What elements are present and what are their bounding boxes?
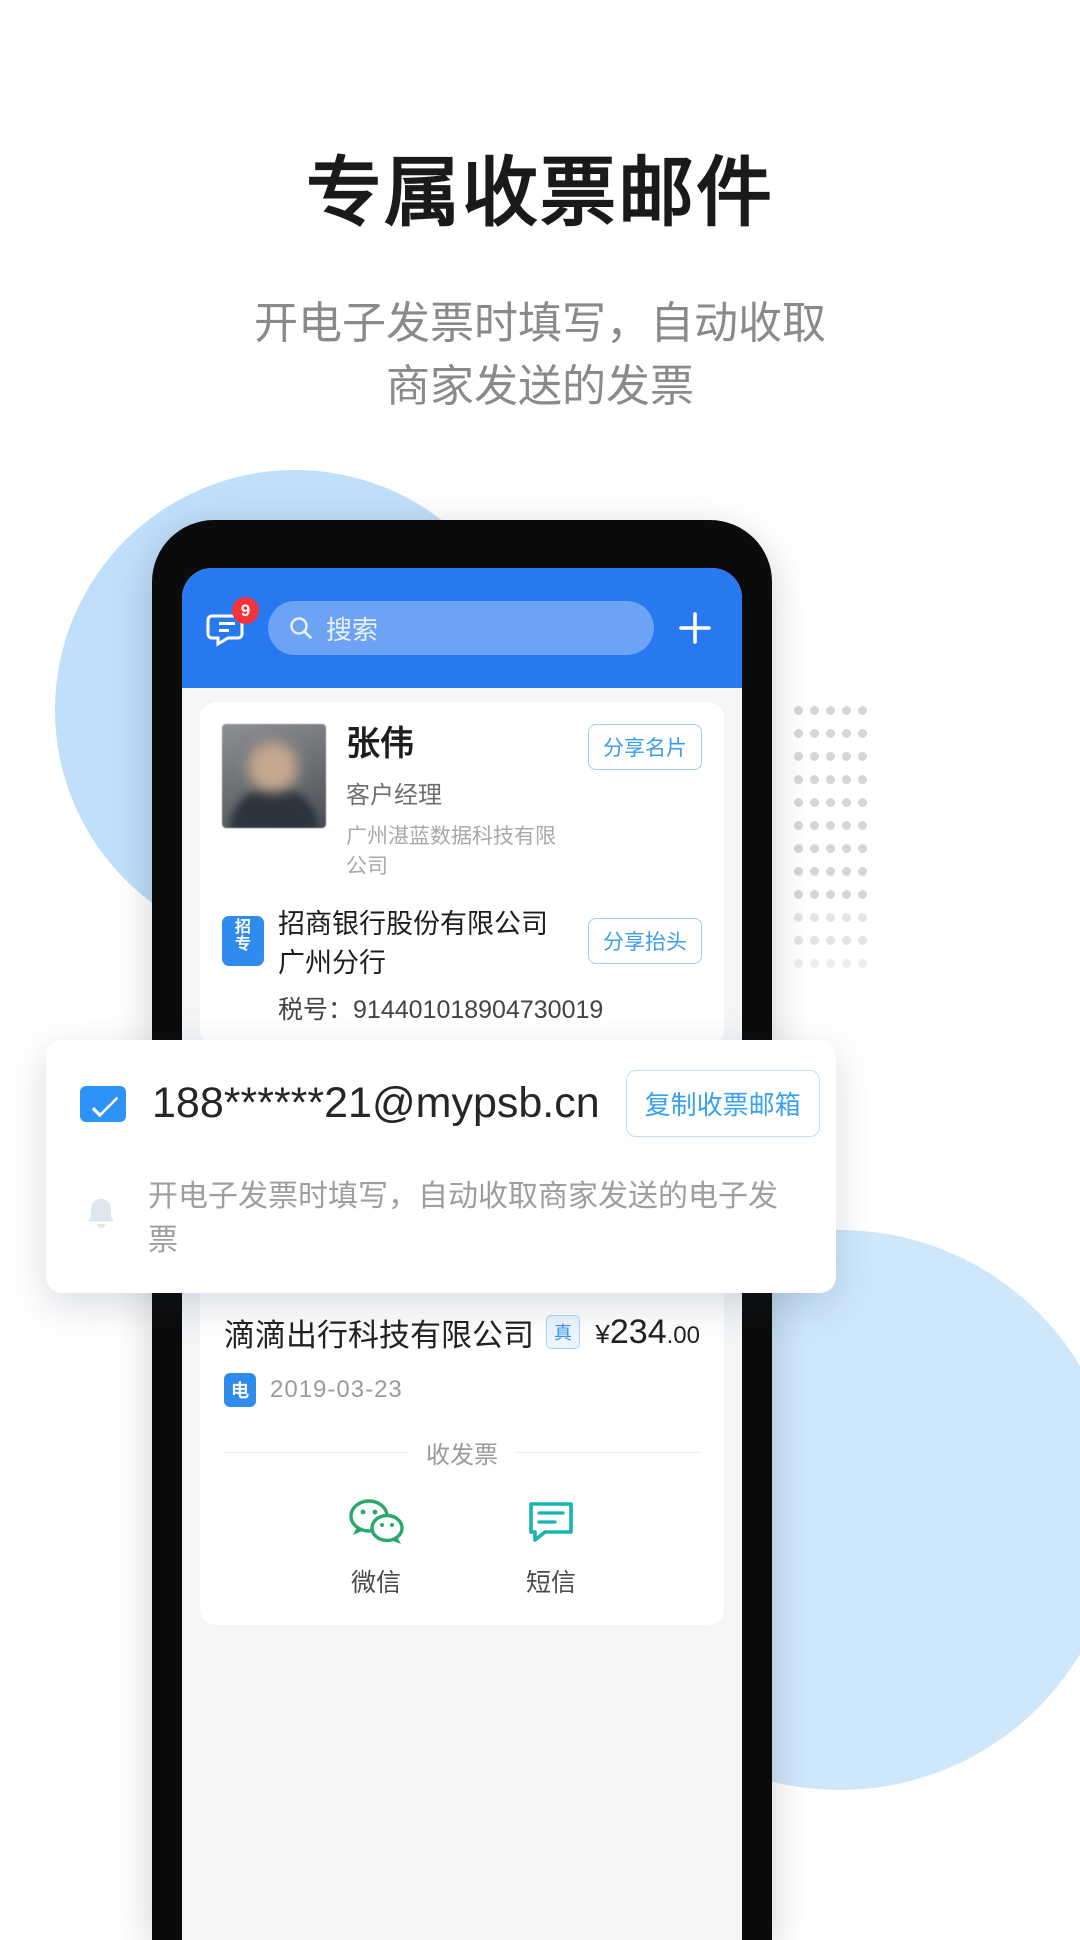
page-subtitle-line-1: 开电子发票时填写，自动收取 [254,299,826,349]
sms-icon [529,1501,573,1542]
copy-receipt-email-button[interactable]: 复制收票邮箱 [625,1070,820,1137]
tax-number-value: 914401018904730019 [353,995,604,1024]
invoice-amount-minor: .00 [666,1321,700,1349]
invoice-amount: ¥234.00 [595,1313,700,1352]
profile-name: 张伟 [346,725,414,763]
bank-badge-line-2: 专 [234,935,251,953]
app-header: 9 搜索 [182,568,742,688]
receipt-email-note: 开电子发票时填写，自动收取商家发送的电子发票 [148,1180,778,1257]
mail-icon [80,1085,126,1122]
page-subtitle-line-2: 商家发送的发票 [386,361,694,411]
avatar [222,724,326,828]
search-icon [290,617,312,639]
bank-name: 招商银行股份有限公司广州分行 [278,908,548,978]
invoice-amount-major: 234 [609,1312,667,1351]
receipt-email-note-row: 开电子发票时填写，自动收取商家发送的电子发票 [80,1171,802,1259]
share-channel-label: 微信 [350,1568,401,1597]
profile-company: 广州湛蓝数据科技有限公司 [346,824,556,878]
wechat-icon [349,1499,404,1544]
invoice-company: 滴滴出行科技有限公司 真 [224,1310,580,1355]
invoice-main-line: 滴滴出行科技有限公司 真 ¥234.00 [224,1310,700,1355]
invoice-meta-line: 电 2019-03-23 [224,1372,700,1407]
send-invoice-divider: 收发票 [224,1435,700,1470]
message-badge-count: 9 [232,597,259,624]
invoice-row[interactable]: 滴滴出行科技有限公司 真 ¥234.00 电 2019-03-23 [224,1310,700,1407]
search-placeholder: 搜索 [326,614,379,645]
profile-header-row: 张伟 客户经理 广州湛蓝数据科技有限公司 分享名片 [222,724,702,880]
share-header-button[interactable]: 分享抬头 [588,917,702,964]
bell-icon [80,1194,122,1236]
invoice-date: 2019-03-23 [270,1375,403,1403]
decorative-dot-grid [790,700,870,990]
share-channels: 微信 短信 [224,1496,700,1599]
page-subtitle: 开电子发票时填写，自动收取 商家发送的发票 [190,293,890,418]
share-channel-label: 短信 [525,1568,576,1597]
bank-type-badge: 招 专 [222,915,264,966]
invoice-verified-tag: 真 [546,1315,580,1350]
profile-job-title: 客户经理 [346,781,442,809]
profile-card[interactable]: 张伟 客户经理 广州湛蓝数据科技有限公司 分享名片 招 专 招商银行股份有限公司… [200,702,724,1046]
invoice-company-name: 滴滴出行科技有限公司 [224,1317,534,1353]
bank-badge-line-1: 招 [234,918,251,936]
hero-text-block: 专属收票邮件 开电子发票时填写，自动收取 商家发送的发票 [0,150,1080,418]
receipt-email-row: 188******21@mypsb.cn 复制收票邮箱 [80,1070,820,1137]
receipt-email-card: 188******21@mypsb.cn 复制收票邮箱 开电子发票时填写，自动收… [46,1040,836,1293]
page-title: 专属收票邮件 [306,151,774,236]
tax-number-label: 税号： [278,995,354,1024]
bank-info: 招 专 招商银行股份有限公司广州分行 [222,902,574,980]
share-card-button[interactable]: 分享名片 [588,724,702,770]
search-input[interactable]: 搜索 [268,601,654,655]
share-channel-sms[interactable]: 短信 [525,1496,577,1599]
receipt-email-address: 188******21@mypsb.cn [152,1079,600,1127]
message-icon[interactable]: 9 [206,597,259,650]
invoice-currency-symbol: ¥ [595,1318,610,1349]
share-channel-wechat[interactable]: 微信 [347,1496,405,1599]
plus-icon[interactable] [672,605,718,651]
tax-number-row: 税号：914401018904730019 [278,990,702,1026]
bank-header-row: 招 专 招商银行股份有限公司广州分行 分享抬头 [222,880,702,980]
invoice-type-tag: 电 [224,1372,256,1407]
send-invoice-divider-label: 收发票 [426,1441,498,1469]
